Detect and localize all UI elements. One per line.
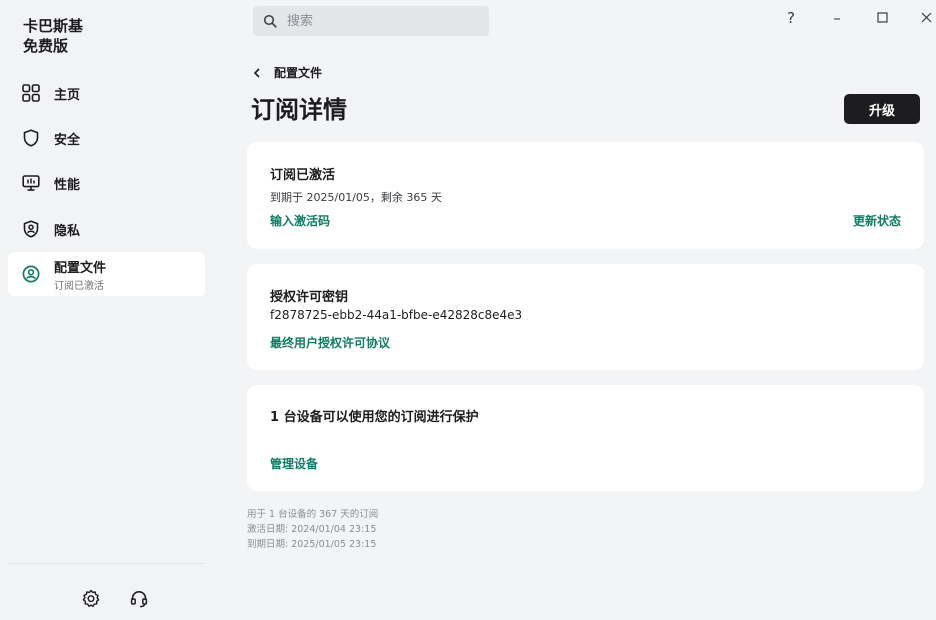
devices-protection-title: 1 台设备可以使用您的订阅进行保护 [270,410,479,425]
sidebar-item-label: 配置文件 [54,260,107,276]
sidebar-item-label: 主页 [54,87,81,103]
privacy-shield-icon [22,220,40,238]
sidebar: 卡巴斯基 免费版 主页 安全 性能 隐私 配置文件 订阅已激活 [0,0,219,620]
subscription-expiry-text: 到期于 2025/01/05，剩余 365 天 [270,191,442,204]
search-input[interactable] [285,12,469,30]
sidebar-item-label: 安全 [54,132,81,148]
sidebar-item-profile[interactable]: 配置文件 订阅已激活 [8,252,205,296]
sidebar-item-privacy[interactable]: 隐私 [8,207,205,251]
sidebar-divider [8,563,205,564]
settings-gear-icon[interactable] [80,588,102,610]
upgrade-button[interactable]: 升级 [844,94,920,124]
sidebar-item-text: 配置文件 订阅已激活 [54,257,106,292]
close-icon [921,9,932,27]
activation-date-text: 激活日期: 2024/01/04 23:15 [247,524,377,535]
shield-icon [22,129,40,147]
breadcrumb-label: 配置文件 [274,66,323,80]
license-key-title: 授权许可密钥 [270,290,349,305]
brand-edition: 免费版 [23,37,69,55]
monitor-icon [22,174,40,192]
sidebar-item-label: 隐私 [54,223,81,239]
sidebar-item-sublabel: 订阅已激活 [54,280,104,292]
subscription-footnote: 用于 1 台设备的 367 天的订阅 激活日期: 2024/01/04 23:1… [247,507,378,552]
chevron-left-icon [253,67,265,79]
support-headset-icon[interactable] [128,588,150,610]
subscription-card: 订阅已激活 到期于 2025/01/05，剩余 365 天 输入激活码 更新状态 [247,142,924,249]
home-grid-icon [22,84,40,102]
enter-activation-code-link[interactable]: 输入激活码 [270,212,330,229]
app-brand: 卡巴斯基 免费版 [23,16,83,56]
close-button[interactable] [914,8,936,28]
manage-devices-link[interactable]: 管理设备 [270,455,318,472]
refresh-status-link[interactable]: 更新状态 [853,212,901,229]
eula-link[interactable]: 最终用户授权许可协议 [270,334,390,351]
maximize-button[interactable] [870,8,894,28]
brand-name: 卡巴斯基 [23,17,84,35]
breadcrumb[interactable]: 配置文件 [253,64,322,81]
subscription-status-title: 订阅已激活 [270,168,336,183]
license-key-value: f2878725-ebb2-44a1-bfbe-e42828c8e4e3 [270,308,523,322]
search-box[interactable] [253,6,489,36]
sidebar-item-performance[interactable]: 性能 [8,161,205,205]
page-title: 订阅详情 [251,96,347,124]
sidebar-item-label: 性能 [54,177,81,193]
minimize-button[interactable]: – [825,8,849,28]
profile-icon [22,265,40,283]
subscription-length-text: 用于 1 台设备的 367 天的订阅 [247,509,379,520]
expiry-date-text: 到期日期: 2025/01/05 23:15 [247,539,377,550]
devices-card: 1 台设备可以使用您的订阅进行保护 管理设备 [247,385,924,491]
license-key-card: 授权许可密钥 f2878725-ebb2-44a1-bfbe-e42828c8e… [247,264,924,370]
help-button[interactable]: ? [779,8,803,28]
sidebar-item-security[interactable]: 安全 [8,116,205,160]
search-icon [263,14,277,28]
sidebar-item-home[interactable]: 主页 [8,71,205,115]
maximize-icon [876,9,888,27]
